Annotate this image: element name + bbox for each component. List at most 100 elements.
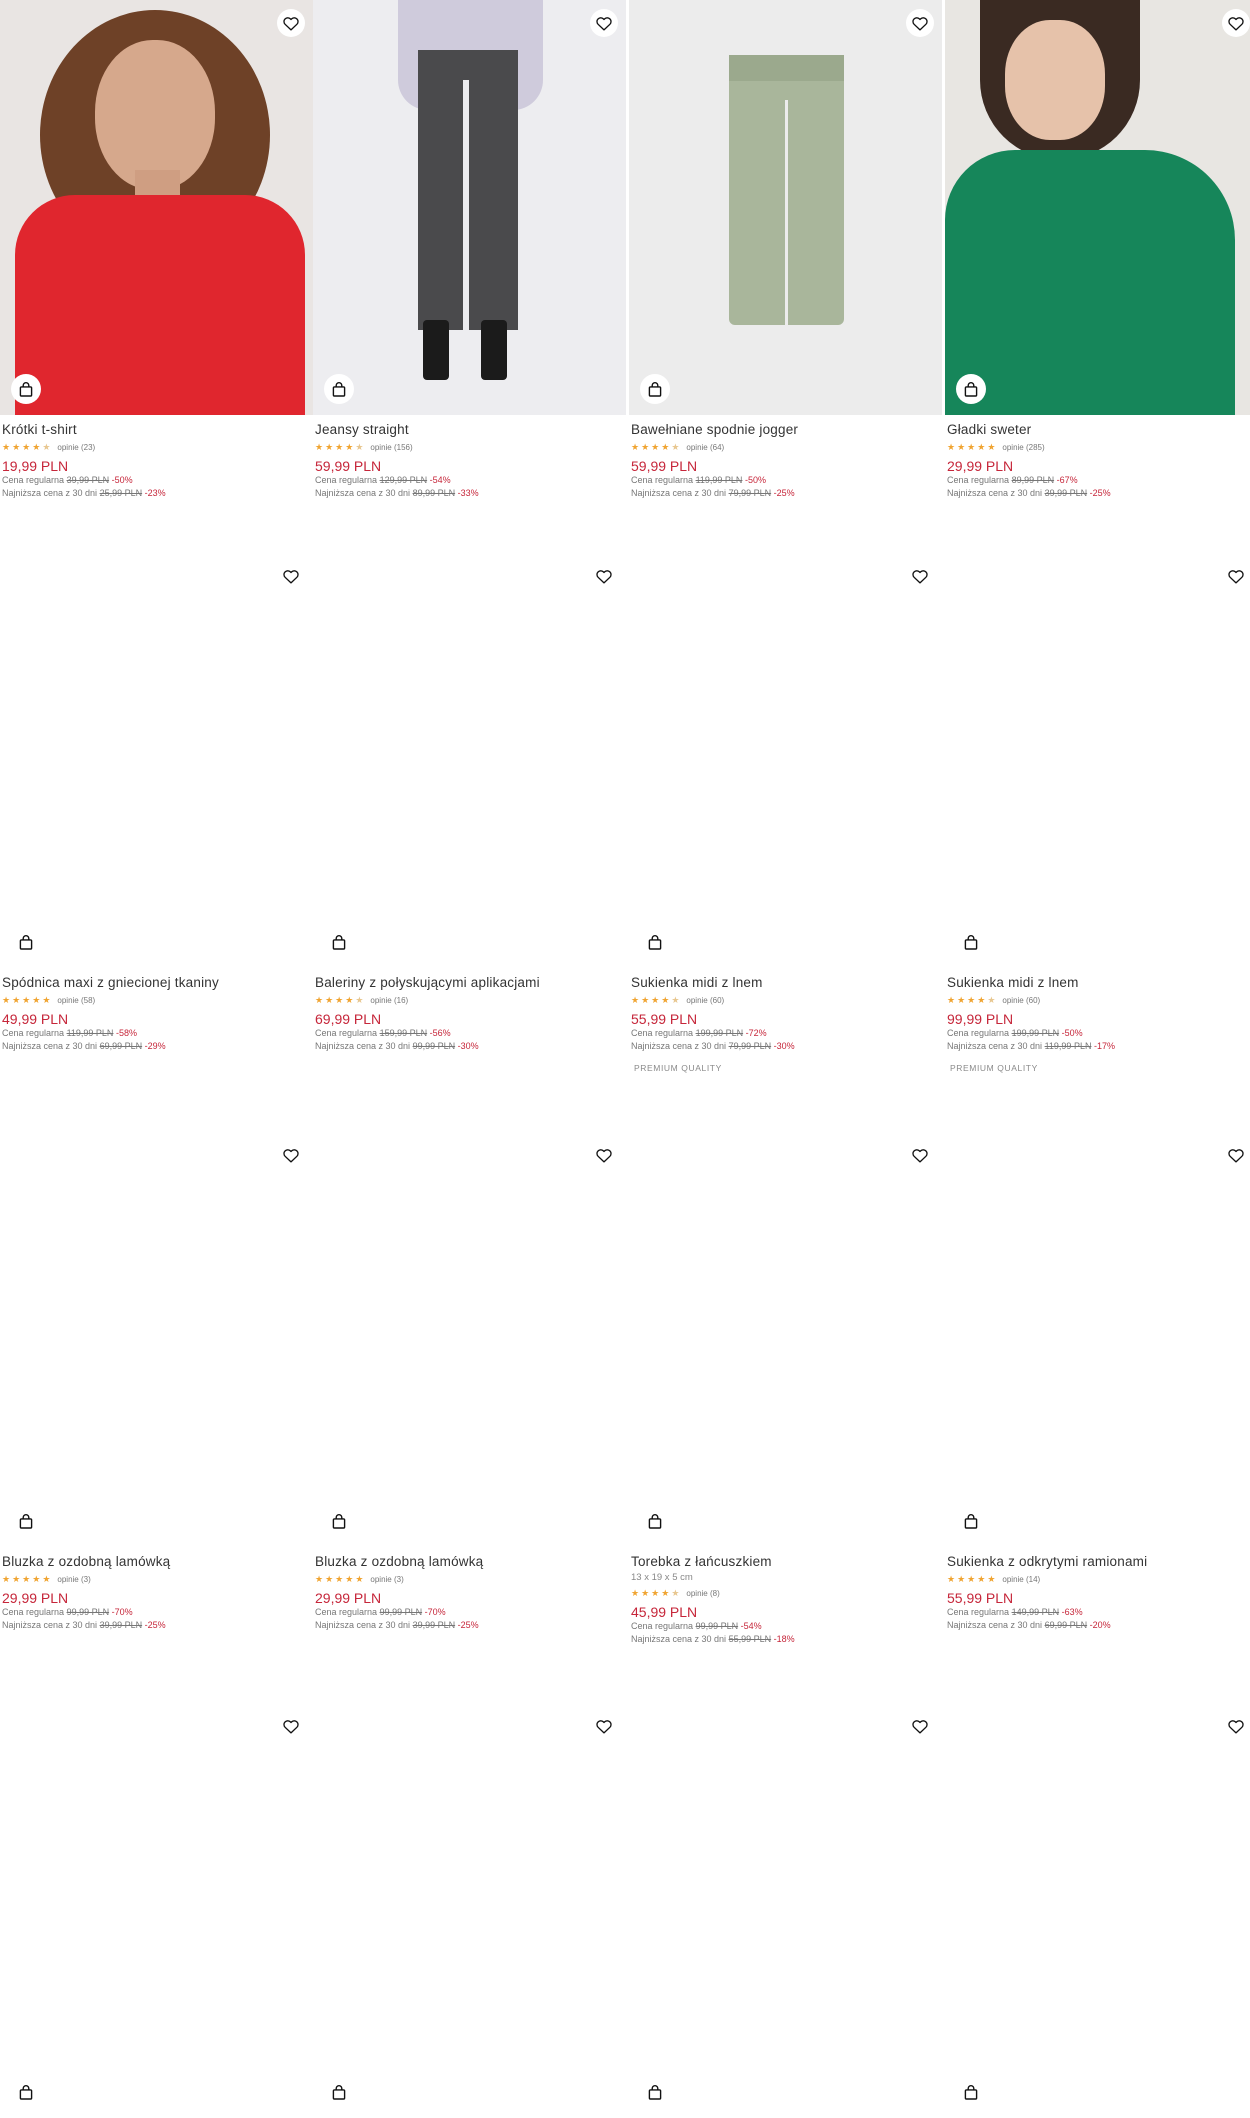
shopping-bag-icon[interactable] [640,374,670,404]
product-card[interactable] [313,1703,626,2118]
review-count[interactable]: opinie (16) [370,996,408,1005]
product-image[interactable] [629,1132,942,1547]
product-image[interactable] [0,1132,313,1547]
shopping-bag-icon[interactable] [324,1506,354,1536]
product-name[interactable]: Torebka z łańcuszkiem [631,1553,942,1570]
heart-icon[interactable] [906,1712,934,1740]
review-count[interactable]: opinie (64) [686,443,724,452]
shopping-bag-icon[interactable] [11,1506,41,1536]
product-card[interactable]: Sukienka midi z lnem ★ ★ ★ ★ ★ opinie (60) 55,9… [629,553,942,1073]
product-name[interactable]: Baleriny z połyskującymi aplikacjami [315,974,626,991]
heart-icon[interactable] [277,1712,305,1740]
regular-price-discount: -54% [429,475,451,485]
product-card[interactable]: Sukienka midi z lnem ★ ★ ★ ★ ★ opinie (60) 99,9… [945,553,1250,1073]
shopping-bag-icon[interactable] [956,374,986,404]
product-image[interactable] [945,553,1250,968]
heart-icon[interactable] [906,562,934,590]
product-card[interactable]: Krótki t-shirt ★ ★ ★ ★ ★ opinie (23) 19,99 PLN C… [0,0,313,500]
shopping-bag-icon[interactable] [11,927,41,957]
heart-icon[interactable] [590,9,618,37]
lowest-price-old: 39,99 PLN [99,1620,143,1630]
heart-icon[interactable] [590,562,618,590]
heart-icon[interactable] [1222,1712,1250,1740]
product-name[interactable]: Sukienka z odkrytymi ramionami [947,1553,1250,1570]
product-name[interactable]: Jeansy straight [315,421,626,438]
heart-icon[interactable] [590,1712,618,1740]
shopping-bag-icon[interactable] [640,927,670,957]
product-info: Sukienka midi z lnem ★ ★ ★ ★ ★ opinie (60) 55,9… [629,968,942,1073]
shopping-bag-icon[interactable] [956,927,986,957]
product-image[interactable] [945,1132,1250,1547]
review-count[interactable]: opinie (156) [370,443,412,452]
review-count[interactable]: opinie (285) [1002,443,1044,452]
product-image[interactable] [0,553,313,968]
product-name[interactable]: Sukienka midi z lnem [631,974,942,991]
product-image[interactable] [629,1703,942,2118]
product-card[interactable]: Bawełniane spodnie jogger ★ ★ ★ ★ ★ opinie (64… [629,0,942,500]
shopping-bag-icon[interactable] [640,1506,670,1536]
review-count[interactable]: opinie (3) [370,1575,403,1584]
heart-icon[interactable] [1222,562,1250,590]
heart-icon[interactable] [590,1141,618,1169]
product-card[interactable]: Bluzka z ozdobną lamówką ★ ★ ★ ★ ★ opinie (3) 2… [313,1132,626,1632]
product-name[interactable]: Spódnica maxi z gniecionej tkaniny [2,974,313,991]
lowest-price-label: Najniższa cena z 30 dni [2,1620,98,1630]
product-name[interactable]: Gładki sweter [947,421,1250,438]
heart-icon[interactable] [277,1141,305,1169]
product-card[interactable]: Gładki sweter ★ ★ ★ ★ ★ opinie (285) 29,99 PLN C… [945,0,1250,500]
heart-icon[interactable] [1222,1141,1250,1169]
product-card[interactable]: Jeansy straight ★ ★ ★ ★ ★ opinie (156) 59,99 PL… [313,0,626,500]
product-image[interactable] [0,1703,313,2118]
regular-price-old: 199,99 PLN [1011,1028,1060,1038]
shopping-bag-icon[interactable] [324,2077,354,2107]
product-image[interactable] [313,0,626,415]
heart-icon[interactable] [1222,9,1250,37]
review-count[interactable]: opinie (58) [57,996,95,1005]
heart-icon[interactable] [277,9,305,37]
review-count[interactable]: opinie (60) [1002,996,1040,1005]
shopping-bag-icon[interactable] [11,374,41,404]
regular-price: Cena regularna 129,99 PLN -54% [315,474,626,487]
product-name[interactable]: Krótki t-shirt [2,421,313,438]
product-image[interactable] [313,1703,626,2118]
shopping-bag-icon[interactable] [324,927,354,957]
product-image[interactable] [945,1703,1250,2118]
product-image[interactable] [629,0,942,415]
product-name[interactable]: Bluzka z ozdobną lamówką [2,1553,313,1570]
product-card[interactable]: Torebka z łańcuszkiem 13 x 19 x 5 cm ★ ★ ★ ★ ★… [629,1132,942,1646]
review-count[interactable]: opinie (23) [57,443,95,452]
review-count[interactable]: opinie (8) [686,1589,719,1598]
shopping-bag-icon[interactable] [11,2077,41,2107]
product-name[interactable]: Sukienka midi z lnem [947,974,1250,991]
shopping-bag-icon[interactable] [640,2077,670,2107]
product-card[interactable]: Bluzka z ozdobną lamówką ★ ★ ★ ★ ★ opinie (3) 2… [0,1132,313,1632]
lowest-price: Najniższa cena z 30 dni 55,99 PLN -18% [631,1633,942,1646]
product-card[interactable] [629,1703,942,2118]
review-count[interactable]: opinie (60) [686,996,724,1005]
product-price: 29,99 PLN [2,1590,69,1606]
product-image[interactable] [313,1132,626,1547]
product-image[interactable] [629,553,942,968]
product-image[interactable] [945,0,1250,415]
product-image[interactable] [313,553,626,968]
product-name[interactable]: Bluzka z ozdobną lamówką [315,1553,626,1570]
heart-icon[interactable] [906,9,934,37]
product-name[interactable]: Bawełniane spodnie jogger [631,421,942,438]
regular-price-old: 39,99 PLN [66,475,110,485]
shopping-bag-icon[interactable] [324,374,354,404]
lowest-price-discount: -17% [1093,1041,1115,1051]
lowest-price-label: Najniższa cena z 30 dni [947,488,1043,498]
product-card[interactable]: Sukienka z odkrytymi ramionami ★ ★ ★ ★ ★ opini… [945,1132,1250,1632]
regular-price-old: 119,99 PLN [66,1028,114,1038]
product-image[interactable] [0,0,313,415]
heart-icon[interactable] [277,562,305,590]
shopping-bag-icon[interactable] [956,1506,986,1536]
review-count[interactable]: opinie (14) [1002,1575,1040,1584]
review-count[interactable]: opinie (3) [57,1575,90,1584]
shopping-bag-icon[interactable] [956,2077,986,2107]
product-card[interactable] [945,1703,1250,2118]
product-card[interactable]: Baleriny z połyskującymi aplikacjami ★ ★ ★ ★… [313,553,626,1053]
heart-icon[interactable] [906,1141,934,1169]
product-card[interactable]: Spódnica maxi z gniecionej tkaniny ★ ★ ★ ★ ★ o… [0,553,313,1053]
product-card[interactable] [0,1703,313,2118]
